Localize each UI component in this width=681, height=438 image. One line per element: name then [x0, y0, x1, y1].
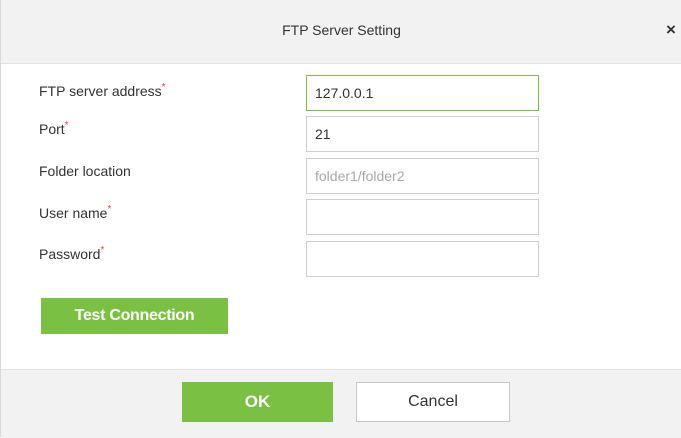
user-name-label-text: User name — [39, 205, 108, 221]
required-marker: * — [100, 245, 105, 256]
address-label: FTP server address* — [39, 82, 166, 99]
port-input[interactable] — [306, 116, 539, 152]
password-label-text: Password — [39, 246, 101, 262]
close-icon[interactable]: × — [662, 19, 680, 41]
password-input[interactable] — [306, 241, 539, 277]
dialog-header: FTP Server Setting × — [1, 0, 681, 64]
user-name-label: User name* — [39, 204, 112, 221]
required-marker: * — [107, 204, 112, 215]
folder-location-input[interactable] — [306, 158, 539, 194]
ftp-server-address-input[interactable] — [306, 75, 539, 111]
ok-button[interactable]: OK — [182, 382, 333, 422]
password-label: Password* — [39, 245, 105, 262]
cancel-button[interactable]: Cancel — [356, 382, 510, 422]
folder-location-label-text: Folder location — [39, 163, 131, 179]
folder-location-label: Folder location — [39, 163, 131, 179]
test-connection-button[interactable]: Test Connection — [41, 298, 228, 334]
user-name-input[interactable] — [306, 199, 539, 235]
address-label-text: FTP server address — [39, 83, 162, 99]
ftp-server-setting-dialog: FTP Server Setting × FTP server address*… — [0, 0, 681, 438]
required-marker: * — [161, 82, 166, 93]
dialog-footer — [1, 369, 681, 438]
dialog-title: FTP Server Setting — [282, 22, 401, 38]
port-label: Port* — [39, 120, 69, 137]
port-label-text: Port — [39, 121, 65, 137]
required-marker: * — [64, 120, 69, 131]
